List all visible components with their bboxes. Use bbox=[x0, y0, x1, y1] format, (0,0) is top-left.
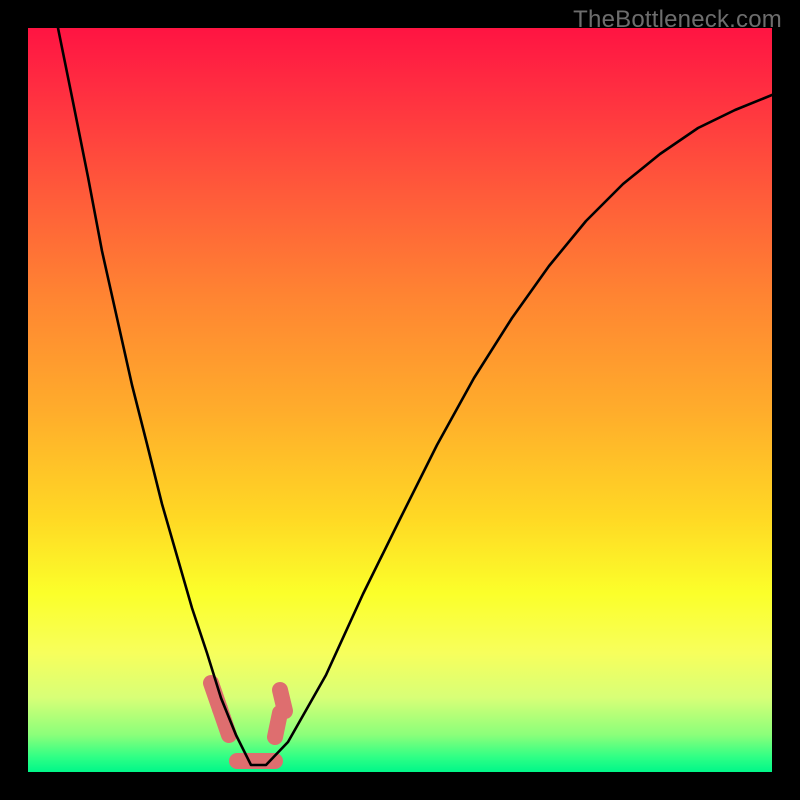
curve-layer bbox=[28, 28, 772, 772]
blob-right-lower bbox=[275, 713, 280, 737]
chart-frame: TheBottleneck.com bbox=[0, 0, 800, 800]
bottleneck-curve bbox=[58, 28, 772, 765]
watermark-text: TheBottleneck.com bbox=[573, 6, 782, 34]
plot-area bbox=[28, 28, 772, 772]
marker-blobs bbox=[211, 683, 285, 761]
